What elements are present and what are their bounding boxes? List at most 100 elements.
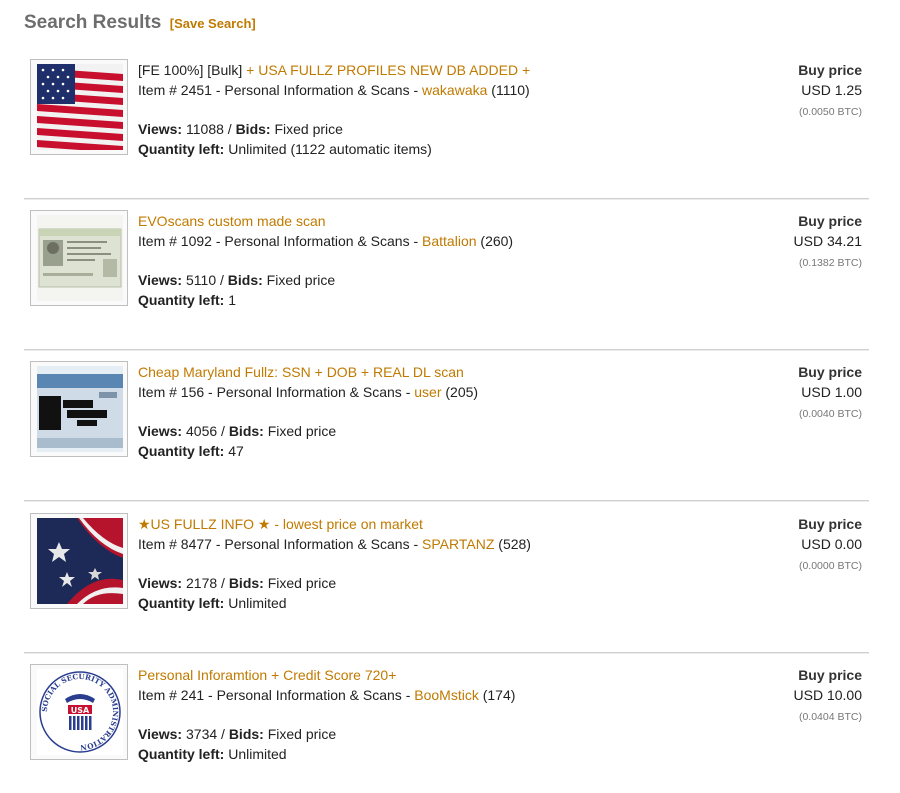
- listing-prefix: [FE 100%] [Bulk]: [138, 62, 247, 78]
- listing-title-link[interactable]: Personal Inforamtion + Credit Score 720+: [138, 667, 396, 683]
- listing-thumbnail[interactable]: [30, 210, 128, 306]
- price-block: Buy price USD 0.00 (0.0000 BTC): [702, 514, 862, 576]
- quantity-value: 1: [224, 292, 237, 308]
- listing-item: Cheap Maryland Fullz: SSN + DOB + REAL D…: [24, 352, 869, 502]
- listing-title-line: Personal Inforamtion + Credit Score 720+: [138, 665, 738, 685]
- item-number: Item # 156 - Personal Information & Scan…: [138, 384, 415, 400]
- quantity-row: Quantity left: 47: [138, 441, 738, 461]
- seller-score: (1110): [487, 82, 530, 98]
- listing-title-line: ★US FULLZ INFO ★ - lowest price on marke…: [138, 514, 738, 534]
- bids-value: Fixed price: [263, 423, 337, 439]
- bids-value: Fixed price: [263, 726, 337, 742]
- page-title: Search Results: [24, 12, 162, 33]
- bids-label: Bids:: [228, 423, 264, 439]
- price-usd: USD 0.00: [801, 536, 862, 552]
- quantity-row: Quantity left: Unlimited (1122 automatic…: [138, 139, 738, 159]
- quantity-label: Quantity left:: [138, 746, 225, 762]
- bids-label: Bids:: [227, 272, 263, 288]
- listing-title-link[interactable]: + USA FULLZ PROFILES NEW DB ADDED +: [246, 62, 530, 78]
- views-value: 5110 /: [182, 272, 228, 288]
- listing-stats: Views: 5110 / Bids: Fixed price: [138, 270, 738, 290]
- buy-price-label: Buy price: [798, 364, 862, 380]
- listing-info: Cheap Maryland Fullz: SSN + DOB + REAL D…: [138, 362, 738, 461]
- bids-label: Bids:: [228, 575, 264, 591]
- quantity-row: Quantity left: 1: [138, 290, 738, 310]
- listing-info: EVOscans custom made scan Item # 1092 - …: [138, 211, 738, 310]
- views-value: 4056 /: [182, 423, 229, 439]
- seller-link[interactable]: Battalion: [422, 233, 476, 249]
- listing-item: SOCIAL SECURITY ADMINISTRATION USA Perso…: [24, 655, 869, 785]
- price-btc: (0.0000 BTC): [798, 560, 862, 572]
- views-label: Views:: [138, 272, 183, 288]
- listing-thumbnail[interactable]: [30, 59, 128, 155]
- listing-title-line: EVOscans custom made scan: [138, 211, 738, 231]
- listing-thumbnail[interactable]: [30, 513, 128, 609]
- price-block: Buy price USD 1.25 (0.0050 BTC): [702, 60, 862, 122]
- price-usd: USD 34.21: [793, 233, 862, 249]
- quantity-label: Quantity left:: [138, 292, 225, 308]
- listing-thumbnail[interactable]: SOCIAL SECURITY ADMINISTRATION USA: [30, 664, 128, 760]
- buy-price-label: Buy price: [798, 62, 862, 78]
- price-btc: (0.0404 BTC): [798, 711, 862, 723]
- listing-meta: Item # 241 - Personal Information & Scan…: [138, 685, 738, 705]
- bids-value: Fixed price: [262, 272, 336, 288]
- listing-meta: Item # 1092 - Personal Information & Sca…: [138, 231, 738, 251]
- views-label: Views:: [138, 423, 183, 439]
- quantity-value: Unlimited: [224, 595, 287, 611]
- price-btc: (0.1382 BTC): [798, 257, 862, 269]
- bids-value: Fixed price: [263, 575, 337, 591]
- flag-stars-image: [37, 518, 123, 604]
- listing-stats: Views: 3734 / Bids: Fixed price: [138, 724, 738, 744]
- seller-score: (174): [478, 687, 516, 703]
- buy-price-label: Buy price: [798, 516, 862, 532]
- item-number: Item # 2451 - Personal Information & Sca…: [138, 82, 423, 98]
- listing-title-link[interactable]: Cheap Maryland Fullz: SSN + DOB + REAL D…: [138, 364, 464, 380]
- price-btc: (0.0050 BTC): [798, 106, 862, 118]
- seller-score: (205): [441, 384, 479, 400]
- listing-title-link[interactable]: ★US FULLZ INFO ★ - lowest price on marke…: [138, 516, 423, 532]
- quantity-label: Quantity left:: [138, 141, 225, 157]
- listing-item: EVOscans custom made scan Item # 1092 - …: [24, 201, 869, 351]
- save-search-link[interactable]: [Save Search]: [170, 16, 256, 31]
- seller-score: (260): [476, 233, 514, 249]
- listing-stats: Views: 2178 / Bids: Fixed price: [138, 573, 738, 593]
- listing-item: ★US FULLZ INFO ★ - lowest price on marke…: [24, 504, 869, 654]
- seal-usa-text: USA: [71, 706, 90, 715]
- views-value: 11088 /: [182, 121, 236, 137]
- seller-link[interactable]: user: [414, 384, 441, 400]
- listing-info: ★US FULLZ INFO ★ - lowest price on marke…: [138, 514, 738, 613]
- buy-price-label: Buy price: [798, 213, 862, 229]
- price-block: Buy price USD 10.00 (0.0404 BTC): [702, 665, 862, 727]
- bids-value: Fixed price: [270, 121, 343, 137]
- quantity-label: Quantity left:: [138, 595, 225, 611]
- listing-stats: Views: 4056 / Bids: Fixed price: [138, 421, 738, 441]
- listing-stats: Views: 11088 / Bids: Fixed price: [138, 119, 738, 139]
- search-results-header: Search Results [Save Search]: [24, 12, 256, 34]
- seller-link[interactable]: BooMstick: [414, 687, 479, 703]
- listing-meta: Item # 2451 - Personal Information & Sca…: [138, 80, 738, 100]
- quantity-label: Quantity left:: [138, 443, 225, 459]
- seller-link[interactable]: wakawaka: [422, 82, 487, 98]
- price-usd: USD 1.25: [801, 82, 862, 98]
- item-number: Item # 1092 - Personal Information & Sca…: [138, 233, 423, 249]
- item-number: Item # 241 - Personal Information & Scan…: [138, 687, 415, 703]
- bids-label: Bids:: [235, 121, 271, 137]
- price-block: Buy price USD 1.00 (0.0040 BTC): [702, 362, 862, 424]
- listing-title-line: Cheap Maryland Fullz: SSN + DOB + REAL D…: [138, 362, 738, 382]
- quantity-value: Unlimited (1122 automatic items): [224, 141, 432, 157]
- quantity-value: 47: [224, 443, 244, 459]
- listing-item: [FE 100%] [Bulk] + USA FULLZ PROFILES NE…: [24, 50, 869, 200]
- quantity-row: Quantity left: Unlimited: [138, 744, 738, 764]
- ssa-seal-image: SOCIAL SECURITY ADMINISTRATION USA: [37, 669, 123, 755]
- views-label: Views:: [138, 121, 183, 137]
- listing-title-link[interactable]: EVOscans custom made scan: [138, 213, 326, 229]
- views-label: Views:: [138, 575, 183, 591]
- id-card-scan-image: [37, 215, 123, 301]
- listing-thumbnail[interactable]: [30, 361, 128, 457]
- views-value: 2178 /: [182, 575, 229, 591]
- price-btc: (0.0040 BTC): [798, 408, 862, 420]
- seller-link[interactable]: SPARTANZ: [422, 536, 494, 552]
- views-value: 3734 /: [182, 726, 229, 742]
- quantity-row: Quantity left: Unlimited: [138, 593, 738, 613]
- listing-divider: [24, 652, 869, 654]
